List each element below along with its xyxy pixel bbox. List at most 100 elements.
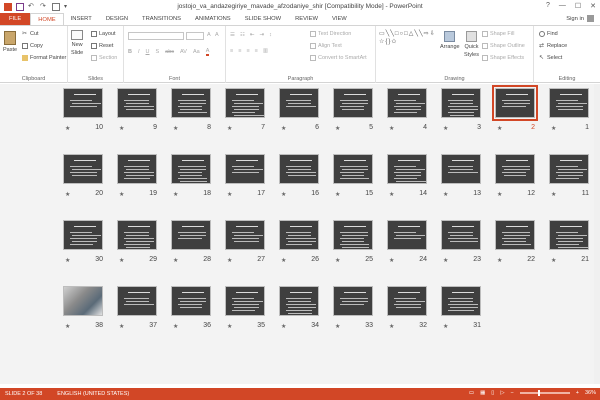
slide-thumbnail[interactable] <box>225 286 265 316</box>
slide-thumbnail[interactable] <box>171 88 211 118</box>
slide-thumbnail[interactable] <box>441 220 481 250</box>
italic-icon[interactable]: I <box>138 49 140 55</box>
slide-thumbnail[interactable] <box>279 286 319 316</box>
slide-thumbnail[interactable] <box>333 286 373 316</box>
transition-star-icon[interactable]: ★ <box>443 125 448 132</box>
transition-star-icon[interactable]: ★ <box>551 257 556 264</box>
close-button[interactable]: ✕ <box>590 2 596 10</box>
slide-thumbnail[interactable] <box>117 286 157 316</box>
transition-star-icon[interactable]: ★ <box>65 323 70 330</box>
sign-in[interactable]: Sign in <box>566 15 594 22</box>
line-spacing-icon[interactable]: ↕ <box>269 32 272 38</box>
minimize-button[interactable]: — <box>559 2 566 10</box>
textbox-shape-icon[interactable]: ▭ <box>379 30 385 37</box>
align-text-button[interactable]: Align Text <box>310 43 342 49</box>
slide-thumbnail[interactable] <box>549 220 589 250</box>
shapes-gallery[interactable]: ▭ ╲ ╲ □ ○ □ △ ╲ ╲ ⇨ ⇩ ☆ { } ✩ <box>379 30 437 62</box>
numbering-icon[interactable]: ☷ <box>240 32 245 38</box>
transition-star-icon[interactable]: ★ <box>335 323 340 330</box>
slide-thumbnail[interactable] <box>387 88 427 118</box>
transition-star-icon[interactable]: ★ <box>443 191 448 198</box>
slide-thumbnail[interactable] <box>279 154 319 184</box>
shape-effects-button[interactable]: Shape Effects <box>482 55 524 61</box>
increase-indent-icon[interactable]: ⇥ <box>259 32 264 38</box>
font-name-input[interactable] <box>128 32 184 40</box>
zoom-in-icon[interactable]: + <box>576 390 579 396</box>
tab-slide-show[interactable]: SLIDE SHOW <box>238 13 288 25</box>
reset-button[interactable]: Reset <box>91 43 113 49</box>
slide-thumbnail[interactable] <box>63 220 103 250</box>
align-left-icon[interactable]: ≡ <box>230 48 233 54</box>
transition-star-icon[interactable]: ★ <box>65 257 70 264</box>
bold-icon[interactable]: B <box>128 49 132 55</box>
transition-star-icon[interactable]: ★ <box>443 323 448 330</box>
transition-star-icon[interactable]: ★ <box>389 257 394 264</box>
slide-thumbnail[interactable] <box>63 154 103 184</box>
transition-star-icon[interactable]: ★ <box>119 323 124 330</box>
transition-star-icon[interactable]: ★ <box>443 257 448 264</box>
transition-star-icon[interactable]: ★ <box>335 257 340 264</box>
transition-star-icon[interactable]: ★ <box>227 257 232 264</box>
transition-star-icon[interactable]: ★ <box>281 323 286 330</box>
shadow-icon[interactable]: S <box>156 49 160 55</box>
change-case-icon[interactable]: Aa <box>193 49 200 55</box>
slide-thumbnail[interactable] <box>495 154 535 184</box>
bullets-icon[interactable]: ☰ <box>230 32 235 38</box>
slide-thumbnail[interactable] <box>117 88 157 118</box>
transition-star-icon[interactable]: ★ <box>227 191 232 198</box>
slide-thumbnail[interactable] <box>441 154 481 184</box>
transition-star-icon[interactable]: ★ <box>65 191 70 198</box>
columns-icon[interactable]: ▥ <box>263 48 268 54</box>
align-center-icon[interactable]: ≡ <box>238 48 241 54</box>
rectangle-shape-icon[interactable]: □ <box>395 31 399 37</box>
slide-thumbnail[interactable] <box>171 154 211 184</box>
tab-design[interactable]: DESIGN <box>99 13 135 25</box>
brace-shape-icon[interactable]: { <box>385 39 387 45</box>
zoom-level[interactable]: 36% <box>585 390 596 396</box>
slide-thumbnail[interactable] <box>117 220 157 250</box>
format-painter-button[interactable]: Format Painter <box>22 55 66 61</box>
tab-animations[interactable]: ANIMATIONS <box>188 13 238 25</box>
slide-thumbnail[interactable] <box>333 154 373 184</box>
find-button[interactable]: Find <box>539 31 558 37</box>
select-button[interactable]: ↖ Select <box>539 55 562 61</box>
line-shape-icon[interactable]: ╲ <box>386 30 390 37</box>
reading-view-icon[interactable]: ▯ <box>491 390 494 396</box>
slide-thumbnail[interactable] <box>171 220 211 250</box>
replace-button[interactable]: ⇄ Replace <box>539 43 567 49</box>
slide-sorter-view-icon[interactable]: ▦ <box>480 390 485 396</box>
slide-thumbnail[interactable] <box>171 286 211 316</box>
text-direction-button[interactable]: Text Direction <box>310 31 351 37</box>
arrange-button[interactable]: Arrange <box>440 31 460 50</box>
quick-styles-button[interactable]: Quick Styles <box>464 31 479 58</box>
transition-star-icon[interactable]: ★ <box>551 191 556 198</box>
transition-star-icon[interactable]: ★ <box>173 257 178 264</box>
slide-thumbnail[interactable] <box>492 85 538 121</box>
maximize-button[interactable]: ☐ <box>575 2 581 10</box>
slide-thumbnail[interactable] <box>225 88 265 118</box>
transition-star-icon[interactable]: ★ <box>281 257 286 264</box>
transition-star-icon[interactable]: ★ <box>389 125 394 132</box>
copy-button[interactable]: Copy <box>22 43 43 49</box>
tab-review[interactable]: REVIEW <box>288 13 325 25</box>
slide-thumbnail[interactable] <box>549 154 589 184</box>
tab-file[interactable]: FILE <box>0 13 31 25</box>
arrow-shape-icon[interactable]: ⇨ <box>424 30 429 37</box>
decrease-indent-icon[interactable]: ⇤ <box>250 32 255 38</box>
slideshow-view-icon[interactable]: ▷ <box>500 390 504 396</box>
transition-star-icon[interactable]: ★ <box>497 257 502 264</box>
slide-thumbnail[interactable] <box>279 88 319 118</box>
slide-thumbnail[interactable] <box>333 88 373 118</box>
transition-star-icon[interactable]: ★ <box>119 125 124 132</box>
char-spacing-icon[interactable]: AV <box>180 49 187 55</box>
slide-thumbnail[interactable] <box>63 88 103 118</box>
strikethrough-icon[interactable]: abc <box>165 49 174 55</box>
underline-icon[interactable]: U <box>146 49 150 55</box>
slide-thumbnail[interactable] <box>495 220 535 250</box>
transition-star-icon[interactable]: ★ <box>173 191 178 198</box>
tab-view[interactable]: VIEW <box>325 13 354 25</box>
transition-star-icon[interactable]: ★ <box>335 191 340 198</box>
vertical-scrollbar[interactable] <box>594 84 600 384</box>
slide-thumbnail[interactable] <box>225 220 265 250</box>
help-button[interactable]: ? <box>546 2 550 10</box>
